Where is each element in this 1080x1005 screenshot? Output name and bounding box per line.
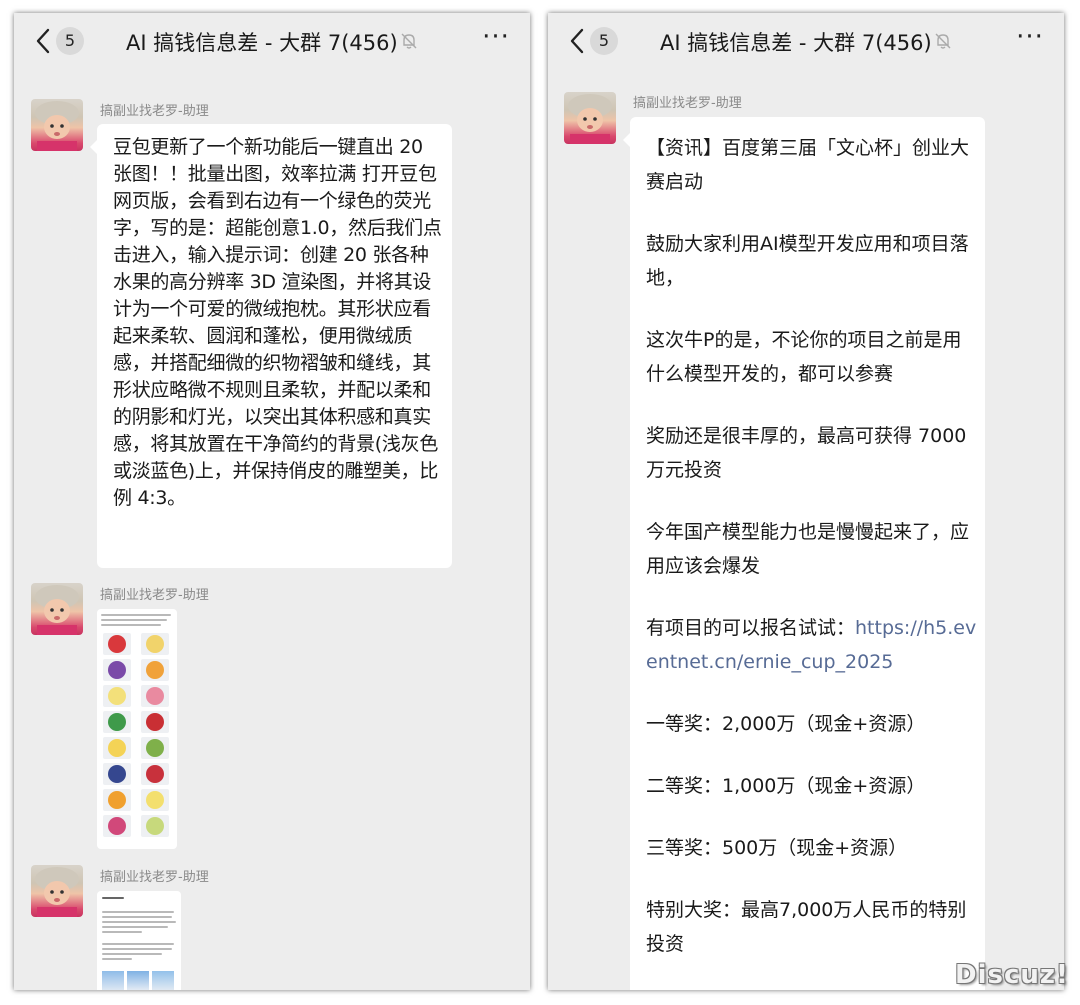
message-text: 豆包更新了一个新功能后一键直出 20 张图！！批量出图，效率拉满 打开豆包网页版… [113,136,442,509]
prize-second: 二等奖：1,000万（现金+资源） [646,775,926,797]
chat-title: AI 搞钱信息差 - 大群 7(456) [126,31,398,55]
avatar[interactable] [31,865,83,917]
prize-third: 三等奖：500万（现金+资源） [646,837,908,859]
more-options-button[interactable]: ··· [476,24,516,55]
avatar-face-icon [35,101,79,151]
unread-count-badge: 5 [590,27,618,55]
message-bubble[interactable]: 【资讯】百度第三届「文心杯」创业大赛启动 鼓励大家利用AI模型开发应用和项目落地… [623,117,985,990]
discuz-watermark: Discuz! [955,960,1069,990]
message-paragraph: 这次牛P的是，不论你的项目之前是用什么模型开发的，都可以参赛 [646,329,962,385]
signup-prefix: 有项目的可以报名试试： [646,617,856,639]
mute-bell-icon [935,33,951,49]
image-message-document[interactable] [97,891,181,990]
avatar-face-icon [35,585,79,635]
sender-name: 搞副业找老罗-助理 [100,104,209,119]
more-options-button[interactable]: ··· [1010,24,1050,55]
unread-count-badge: 5 [56,27,84,55]
chat-title: AI 搞钱信息差 - 大群 7(456) [660,31,932,55]
message-paragraph: 今年国产模型能力也是慢慢起来了，应用应该会爆发 [646,521,970,577]
message-paragraph: 【资讯】百度第三届「文心杯」创业大赛启动 [646,137,970,193]
avatar[interactable] [31,99,83,151]
chat-window-right: 5 AI 搞钱信息差 - 大群 7(456) ··· 搞副业找老罗-助理 【资讯… [548,13,1064,990]
chat-header: 5 AI 搞钱信息差 - 大群 7(456) ··· [14,13,530,69]
mute-bell-icon [401,33,417,49]
chevron-left-icon [36,28,50,54]
message-paragraph: 奖励还是很丰厚的，最高可获得 7000万元投资 [646,425,967,481]
chevron-left-icon [570,28,584,54]
back-button[interactable]: 5 [36,25,86,59]
avatar-face-icon [568,94,612,144]
chat-header: 5 AI 搞钱信息差 - 大群 7(456) ··· [548,13,1064,69]
avatar-face-icon [35,867,79,917]
signup-paragraph: 有项目的可以报名试试：https://h5.eventnet.cn/ernie_… [646,611,978,679]
image-message-fruit-grid[interactable] [97,609,177,849]
avatar[interactable] [31,583,83,635]
prize-special: 特别大奖：最高7,000万人民币的特别投资 [646,899,967,955]
back-button[interactable]: 5 [570,25,620,59]
sender-name: 搞副业找老罗-助理 [100,870,209,885]
message-paragraph: 鼓励大家利用AI模型开发应用和项目落地， [646,233,969,289]
sender-name: 搞副业找老罗-助理 [100,588,209,603]
avatar[interactable] [564,92,616,144]
prize-first: 一等奖：2,000万（现金+资源） [646,713,926,735]
sender-name: 搞副业找老罗-助理 [633,96,742,111]
chat-window-left: 5 AI 搞钱信息差 - 大群 7(456) ··· 搞副业找老罗-助理 豆包更… [14,13,530,990]
message-bubble[interactable]: 豆包更新了一个新功能后一键直出 20 张图！！批量出图，效率拉满 打开豆包网页版… [90,124,452,568]
